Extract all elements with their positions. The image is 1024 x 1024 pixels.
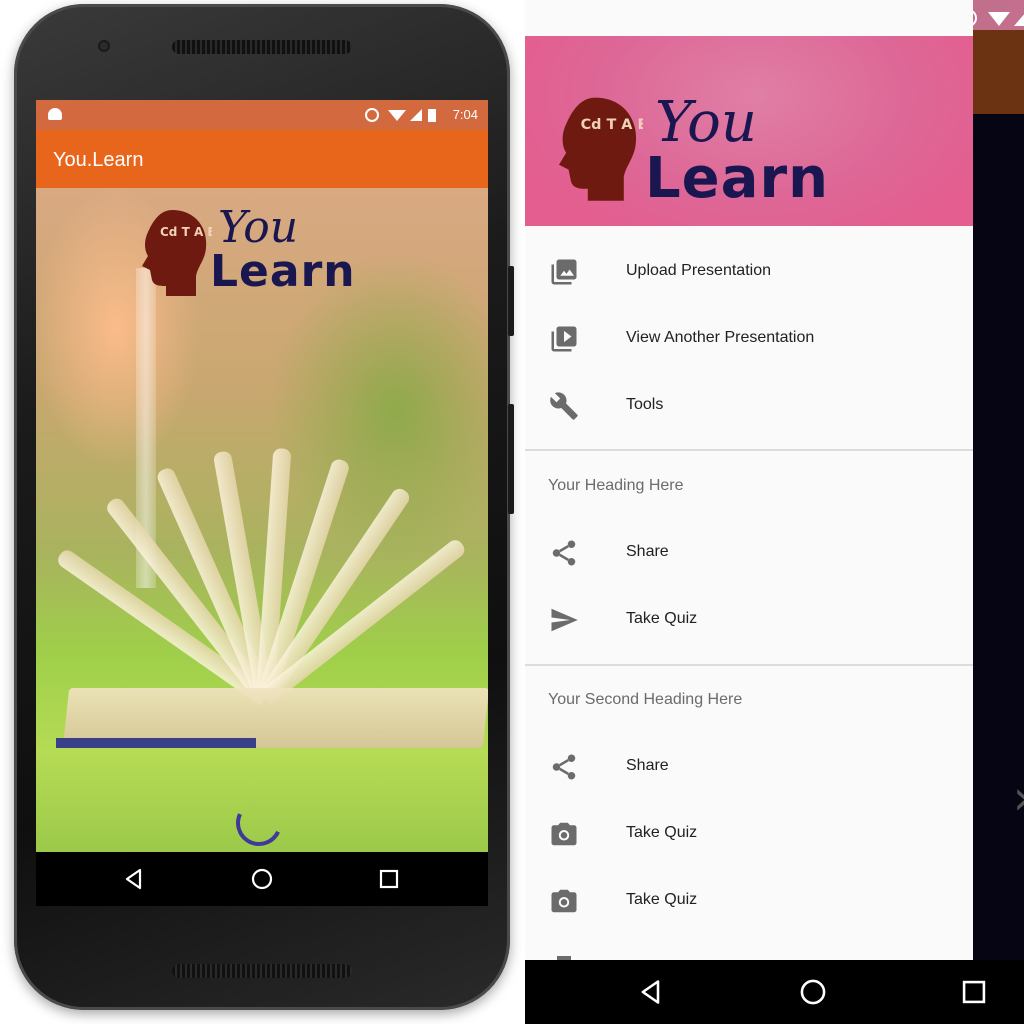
menu-item-label: View Another Presentation — [626, 329, 815, 346]
wifi-icon — [388, 110, 406, 121]
phone-mockup: 7:04 You.Learn Cd T A B You Learn — [14, 4, 514, 1010]
navigation-drawer: Cd T A B You Learn Upload Presentation V… — [525, 0, 973, 960]
menu-item-view-another-presentation[interactable]: View Another Presentation — [525, 305, 973, 372]
menu-item-label: Tools — [626, 396, 664, 413]
you-learn-logo: Cd T A B You Learn — [132, 202, 402, 302]
recents-nav-icon[interactable] — [377, 867, 401, 891]
menu-item-label: Take Quiz — [626, 610, 698, 627]
home-nav-icon[interactable] — [799, 978, 827, 1006]
video-library-icon — [551, 326, 577, 352]
volume-button — [508, 404, 514, 514]
chevron-right-icon: › — [1013, 770, 1024, 826]
front-camera — [98, 40, 110, 52]
loading-spinner — [229, 793, 289, 852]
head-letters: Cd T A B — [160, 225, 212, 239]
drawer-screen: › Cd T A B You Learn Upload Pres — [525, 0, 1024, 1024]
status-time: 7:04 — [452, 107, 478, 122]
navigation-bar — [36, 852, 488, 906]
recents-nav-icon[interactable] — [960, 978, 988, 1006]
menu-item-take-quiz[interactable]: Take Quiz — [525, 586, 973, 653]
phone-screen: 7:04 You.Learn Cd T A B You Learn — [36, 100, 488, 906]
power-button — [508, 266, 514, 336]
bottom-speaker-grille — [172, 964, 352, 978]
home-nav-icon[interactable] — [250, 867, 274, 891]
menu-item-take-quiz[interactable]: Take Quiz — [525, 867, 973, 934]
scrim-app-bar[interactable] — [973, 30, 1024, 114]
menu-item-label: Share — [626, 543, 669, 560]
menu-item-tools[interactable]: Tools — [525, 372, 973, 439]
app-title: You.Learn — [53, 149, 144, 171]
status-icons — [365, 108, 436, 122]
book-cover — [56, 738, 256, 748]
head-letters: Cd T A B — [581, 117, 643, 133]
menu-item-label: Share — [626, 757, 669, 774]
menu-item-share[interactable]: Share — [525, 733, 973, 800]
android-notification-icon — [48, 108, 62, 120]
alarm-icon — [365, 108, 379, 122]
signal-icon — [1014, 14, 1024, 26]
logo-learn-text: Learn — [210, 246, 356, 297]
app-bar: You.Learn — [36, 130, 488, 188]
section-heading: Your Heading Here — [548, 477, 684, 494]
photo-library-icon — [551, 259, 577, 285]
back-nav-icon[interactable] — [122, 867, 146, 891]
section-heading: Your Second Heading Here — [548, 691, 743, 708]
share-icon — [552, 540, 576, 566]
status-bar: 7:04 — [36, 100, 488, 130]
splash-background: Cd T A B You Learn — [36, 188, 488, 852]
signal-icon — [410, 109, 422, 121]
menu-item-upload-presentation[interactable]: Upload Presentation — [525, 238, 973, 305]
back-nav-icon[interactable] — [637, 978, 665, 1006]
menu-item-take-quiz[interactable]: Take Quiz — [525, 800, 973, 867]
head-silhouette-icon: Cd T A B — [559, 97, 643, 201]
section-divider — [525, 449, 973, 451]
wifi-icon — [988, 12, 1010, 26]
top-speaker-grille — [172, 40, 352, 54]
camera-icon — [551, 889, 577, 913]
share-icon — [552, 754, 576, 780]
menu-item-label: Take Quiz — [626, 824, 698, 841]
battery-icon — [428, 109, 436, 122]
drawer-header: Cd T A B You Learn — [525, 36, 973, 226]
menu-item-label: Take Quiz — [626, 891, 698, 908]
menu-item-share[interactable]: Share — [525, 519, 973, 586]
navigation-bar — [525, 960, 1024, 1024]
send-icon — [551, 608, 578, 632]
wrench-icon — [550, 392, 578, 420]
you-learn-logo: Cd T A B You Learn — [547, 90, 887, 212]
screenshot-canvas: 7:04 You.Learn Cd T A B You Learn Cd T A… — [0, 0, 1024, 1024]
section-divider — [525, 664, 973, 666]
menu-item-label: Upload Presentation — [626, 262, 771, 279]
camera-icon — [551, 822, 577, 846]
logo-learn-text: Learn — [645, 146, 829, 211]
head-silhouette-icon: Cd T A B — [142, 210, 212, 296]
